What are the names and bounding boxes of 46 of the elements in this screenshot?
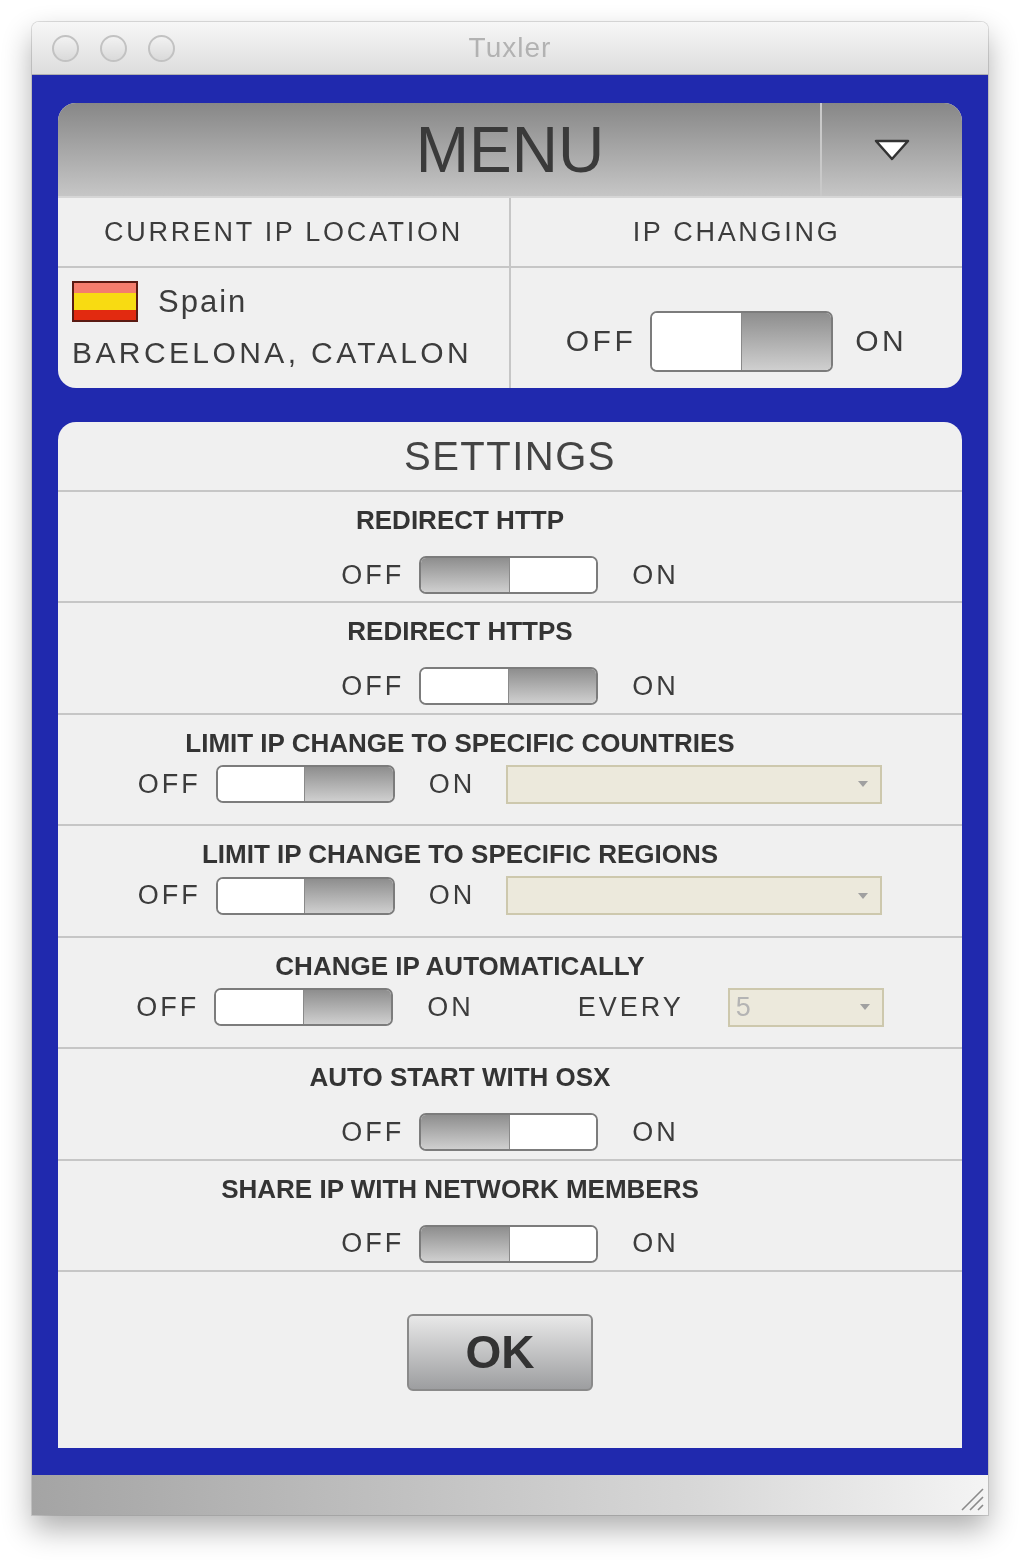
toggle-switch[interactable]	[650, 310, 834, 372]
on-label: ON	[427, 991, 474, 1023]
setting-label: AUTO START WITH OSX	[309, 1061, 611, 1094]
setting-label: LIMIT IP CHANGE TO SPECIFIC REGIONS	[201, 838, 719, 871]
menu-title: MENU	[415, 117, 605, 182]
off-label: OFF	[341, 670, 405, 702]
toggle-switch[interactable]	[419, 556, 599, 594]
city-name: BARCELONA, CATALON	[72, 336, 474, 370]
section-header: CURRENT IP LOCATION	[104, 216, 463, 248]
country-name: Spain	[158, 283, 248, 320]
setting-label: REDIRECT HTTPS	[347, 615, 573, 648]
setting-label: SHARE IP WITH NETWORK MEMBERS	[221, 1172, 699, 1205]
caret-icon	[859, 1004, 870, 1011]
on-label: ON	[632, 670, 679, 702]
settings-title: SETTINGS	[404, 433, 616, 479]
off-label: OFF	[341, 1228, 405, 1260]
section-header: IP CHANGING	[632, 216, 841, 248]
ok-button[interactable]: OK	[407, 1313, 593, 1391]
on-label: ON	[855, 324, 908, 358]
toggle-switch[interactable]	[215, 765, 395, 804]
off-label: OFF	[565, 324, 637, 358]
interval-label: EVERY	[577, 991, 684, 1023]
flag-icon	[72, 281, 138, 322]
window-title: Tuxler	[468, 32, 552, 64]
setting-label: LIMIT IP CHANGE TO SPECIFIC COUNTRIES	[185, 726, 735, 759]
on-label: ON	[428, 880, 476, 912]
on-label: ON	[632, 559, 679, 591]
on-label: ON	[632, 1116, 679, 1148]
off-label: OFF	[341, 1116, 405, 1148]
off-label: OFF	[137, 768, 201, 800]
caret-icon	[858, 892, 869, 899]
setting-label: REDIRECT HTTP	[356, 504, 564, 536]
toggle-switch[interactable]	[215, 876, 395, 915]
toggle-switch[interactable]	[419, 1224, 599, 1263]
caret-icon	[874, 138, 910, 161]
caret-icon	[858, 781, 869, 788]
toggle-switch[interactable]	[419, 1113, 599, 1152]
setting-label: CHANGE IP AUTOMATICALLY	[275, 949, 645, 982]
off-label: OFF	[136, 991, 200, 1023]
resize-grip-icon	[960, 1487, 984, 1511]
on-label: ON	[428, 768, 476, 800]
toggle-switch[interactable]	[214, 988, 394, 1027]
off-label: OFF	[137, 880, 201, 912]
toggle-switch[interactable]	[419, 667, 599, 706]
off-label: OFF	[341, 559, 405, 591]
on-label: ON	[632, 1228, 679, 1260]
